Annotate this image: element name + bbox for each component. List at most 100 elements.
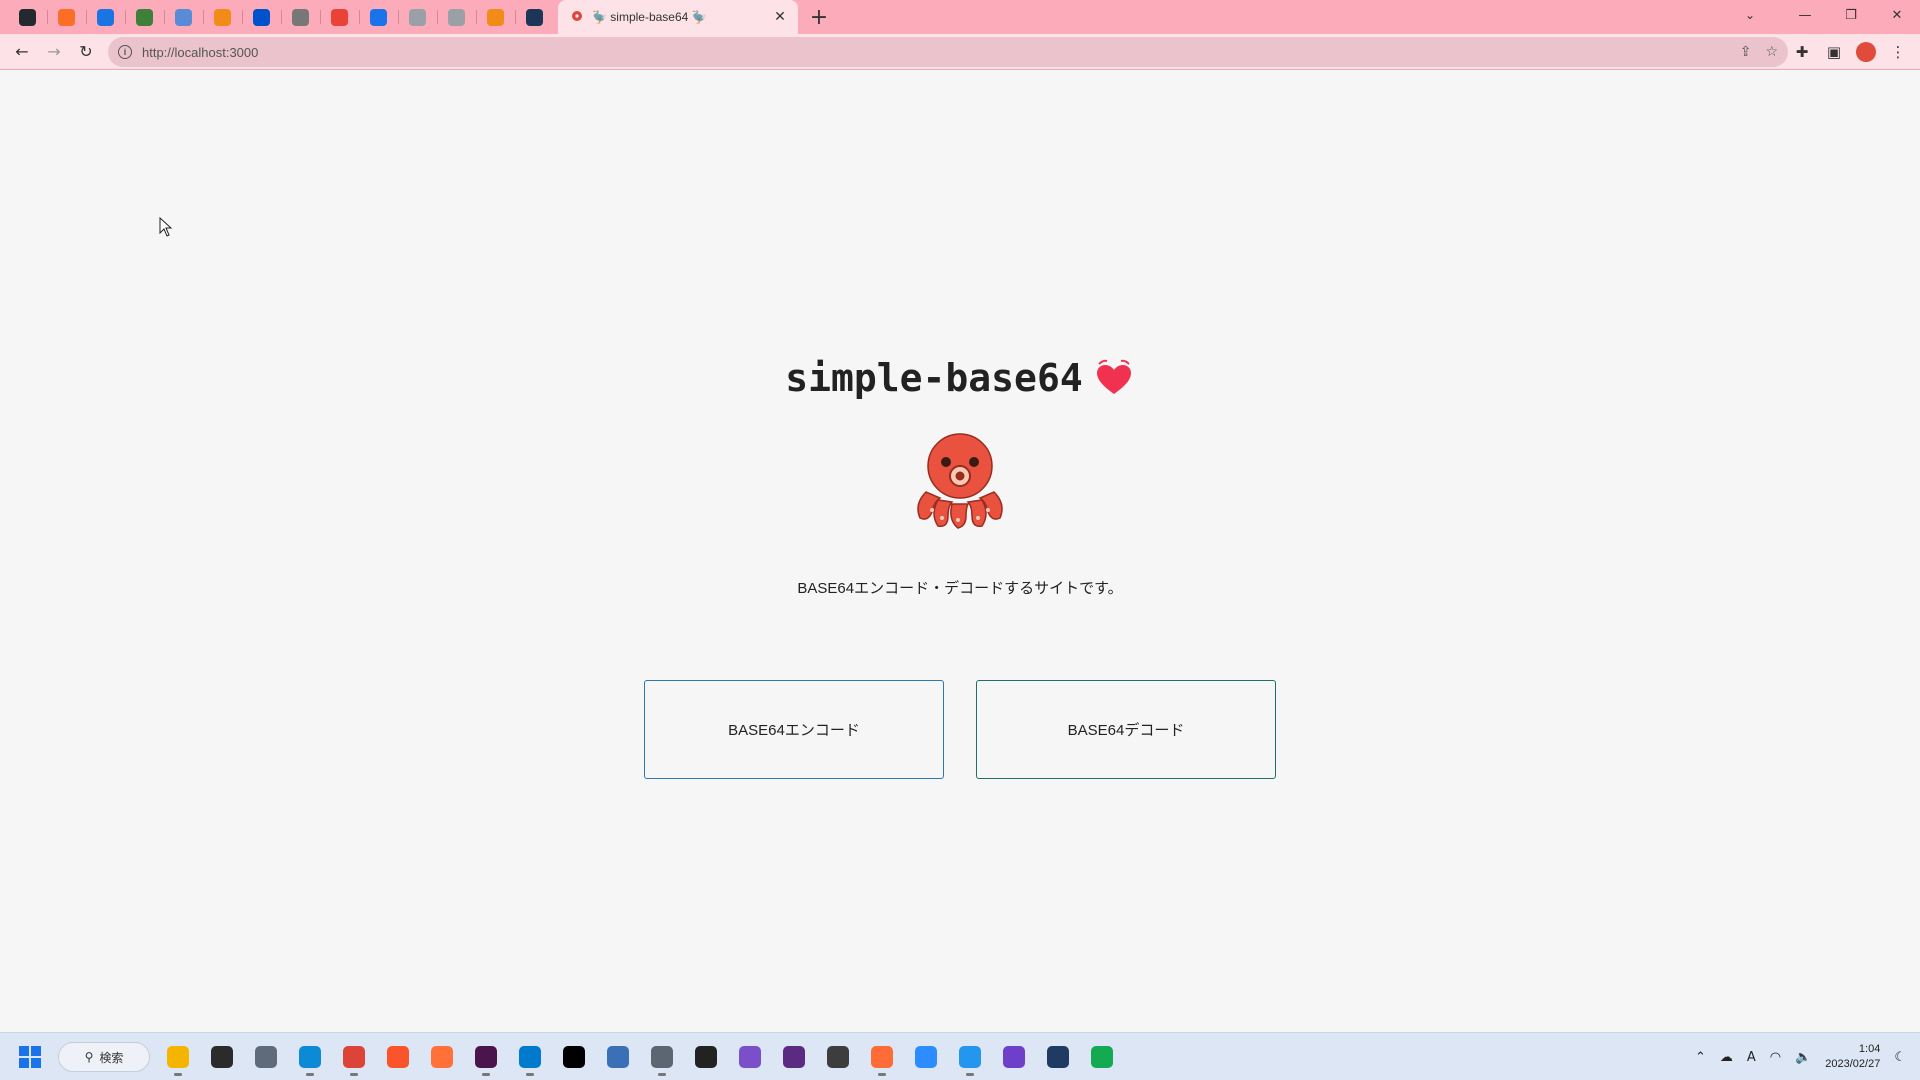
site-info-icon[interactable]: i [118,45,132,59]
firefox-taskbar-button[interactable] [426,1041,458,1073]
postman-taskbar-button[interactable] [866,1041,898,1076]
intellij-taskbar-button[interactable] [558,1041,590,1073]
forward-icon[interactable]: → [38,36,70,68]
file-explorer-taskbar-button[interactable] [162,1041,194,1076]
pinned-tab[interactable] [47,0,86,34]
base64-encode-button[interactable]: BASE64エンコード [644,680,944,779]
window-controls: — ❐ ✕ [1782,0,1920,30]
close-tab-icon[interactable]: ✕ [772,9,788,25]
search-icon: ⚲ [84,1050,94,1064]
share-icon[interactable]: ⇪ [1740,44,1752,60]
profile-avatar[interactable] [1852,38,1880,66]
pinned-tab[interactable] [359,0,398,34]
pinned-tab[interactable] [320,0,359,34]
close-window-icon[interactable]: ✕ [1874,0,1920,30]
mongodb-icon [1091,1046,1113,1068]
base64-decode-button[interactable]: BASE64デコード [976,680,1276,779]
reload-icon[interactable]: ↻ [70,36,102,68]
page-viewport: simple-base64 BASE64エンコード・デコードするサイトです。 B… [0,71,1920,1031]
ime-indicator[interactable]: A [1747,1050,1756,1065]
brave-taskbar-button[interactable] [382,1041,414,1073]
app-icon [175,8,192,26]
address-bar[interactable]: i http://localhost:3000 ⇪ ☆ [108,37,1788,67]
sourcetree-icon [827,1046,849,1068]
pinned-tab[interactable] [242,0,281,34]
docker-icon [959,1046,981,1068]
windows-logo-icon [19,1046,41,1068]
db-tool-icon [1047,1046,1069,1068]
volume-icon[interactable]: 🔈 [1795,1050,1811,1065]
app-icon [97,8,114,26]
pinned-tab[interactable] [164,0,203,34]
notepad-icon [607,1046,629,1068]
terminal-taskbar-button[interactable] [206,1041,238,1073]
taskbar-clock[interactable]: 1:04 2023/02/27 [1825,1042,1880,1072]
mongodb-taskbar-button[interactable] [1086,1041,1118,1073]
affinity-icon [783,1046,805,1068]
pinned-tab[interactable] [476,0,515,34]
active-tab[interactable]: 🦤 simple-base64 🦤 ✕ [558,0,798,34]
pinned-tab[interactable] [437,0,476,34]
windows-taskbar: ⚲ 検索 ⌃ ☁ A ◠ 🔈 1:04 2023/02/27 ☾ [0,1032,1920,1080]
menu-kebab-icon[interactable]: ⋮ [1884,38,1912,66]
vscode-icon [519,1046,541,1068]
onedrive-cloud-icon[interactable]: ☁ [1720,1050,1733,1065]
sourcetree-taskbar-button[interactable] [822,1041,854,1073]
firefox-icon [431,1046,453,1068]
affinity-taskbar-button[interactable] [778,1041,810,1073]
back-icon[interactable]: ← [6,36,38,68]
inkscape-icon [695,1046,717,1068]
search-label: 検索 [99,1050,124,1065]
taskbar-search-button[interactable]: ⚲ 検索 [58,1042,150,1072]
pinned-tab[interactable] [86,0,125,34]
visual-studio-icon [739,1046,761,1068]
notepad-taskbar-button[interactable] [602,1041,634,1073]
slack-icon [475,1046,497,1068]
brave-icon [387,1046,409,1068]
side-panel-icon[interactable]: ▣ [1820,38,1848,66]
url-text: http://localhost:3000 [142,44,259,60]
settings-taskbar-button[interactable] [250,1041,282,1073]
chrome-taskbar-button[interactable] [338,1041,370,1076]
visual-studio-taskbar-button[interactable] [734,1041,766,1073]
pinned-tab[interactable] [515,0,554,34]
pinned-tab[interactable] [281,0,320,34]
slack-taskbar-button[interactable] [470,1041,502,1076]
app-icon [409,8,426,26]
start-button[interactable] [14,1041,46,1073]
restore-icon[interactable]: ❐ [1828,0,1874,30]
zoom-taskbar-button[interactable] [910,1041,942,1073]
docker-taskbar-button[interactable] [954,1041,986,1076]
octopus-favicon-icon [572,11,582,21]
tab-search-chevron-icon[interactable]: ⌄ [1730,0,1770,30]
app-icon [448,8,465,26]
notifications-moon-icon[interactable]: ☾ [1894,1050,1906,1065]
edge-taskbar-button[interactable] [294,1041,326,1076]
pinned-tab[interactable] [203,0,242,34]
vscode-taskbar-button[interactable] [514,1041,546,1076]
atlassian-icon [253,8,270,26]
github-desktop-taskbar-button[interactable] [998,1041,1030,1073]
app-icon [136,8,153,26]
gitlab-icon [58,8,75,26]
bookmark-star-icon[interactable]: ☆ [1765,44,1778,60]
app-icon [487,8,504,26]
app-icon [214,8,231,26]
app-icon [526,8,543,26]
pinned-tab[interactable] [8,0,47,34]
pinned-tab[interactable] [398,0,437,34]
pinned-tab[interactable] [125,0,164,34]
extensions-puzzle-icon[interactable]: ✚ [1788,38,1816,66]
minimize-icon[interactable]: — [1782,0,1828,30]
tab-strip: 🦤 simple-base64 🦤 ✕ + ⌄ — ❐ ✕ [0,0,1920,34]
github-desktop-icon [1003,1046,1025,1068]
wifi-icon[interactable]: ◠ [1770,1050,1781,1065]
settings-icon [255,1046,277,1068]
beating-heart-icon [1096,359,1131,394]
remote-desktop-taskbar-button[interactable] [646,1041,678,1076]
github-icon [19,8,36,26]
new-tab-button[interactable]: + [802,0,836,34]
db-tool-taskbar-button[interactable] [1042,1041,1074,1073]
show-hidden-icons-chevron-icon[interactable]: ⌃ [1695,1050,1706,1065]
inkscape-taskbar-button[interactable] [690,1041,722,1073]
